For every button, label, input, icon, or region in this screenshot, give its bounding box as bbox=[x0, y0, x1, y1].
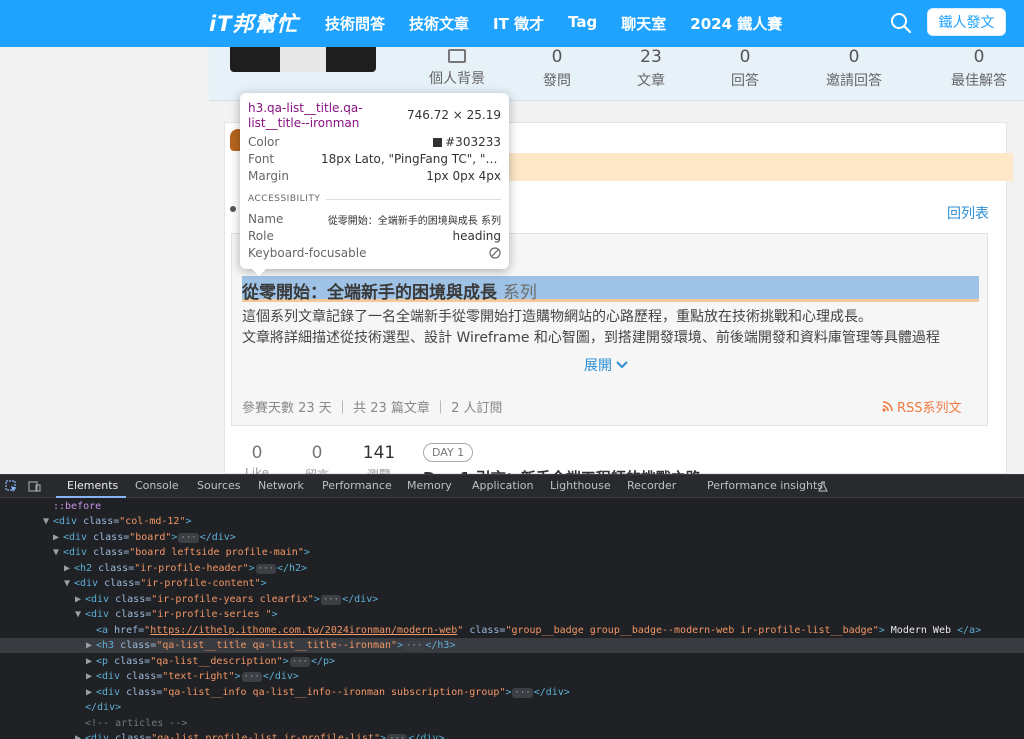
dom-node-profile-main[interactable]: ▼ <div class="board leftside profile-main… bbox=[0, 545, 1024, 560]
stat-background[interactable]: 個人背景 bbox=[407, 47, 507, 89]
tooltip-arrow bbox=[252, 269, 266, 276]
nav-link-qa[interactable]: 技術問答 bbox=[325, 13, 385, 34]
devtools-panel: Elements Console Sources Network Perform… bbox=[0, 474, 1024, 739]
dom-node-col[interactable]: ▼ <div class="col-md-12"> bbox=[0, 514, 1024, 529]
inspect-element-icon[interactable] bbox=[5, 480, 18, 493]
chevron-down-icon bbox=[616, 361, 628, 369]
flask-icon bbox=[818, 481, 828, 492]
tooltip-role-row: Role heading bbox=[248, 229, 501, 243]
tooltip-font-row: Font 18px Lato, "PingFang TC", "Helvetic… bbox=[248, 152, 501, 166]
nav-link-tag[interactable]: Tag bbox=[568, 13, 597, 34]
post-article-button[interactable]: 鐵人發文 bbox=[927, 8, 1006, 36]
dom-node-info[interactable]: ▶ <div class="qa-list__info qa-list__info… bbox=[0, 685, 1024, 700]
view-count: 141 bbox=[362, 443, 396, 463]
stat-invited[interactable]: 0 邀請回答 bbox=[804, 47, 904, 91]
like-count: 0 bbox=[251, 443, 263, 463]
day-badge: DAY 1 bbox=[423, 443, 474, 462]
tooltip-margin-row: Margin 1px 0px 4px bbox=[248, 169, 501, 183]
back-to-list-link[interactable]: 回列表 bbox=[947, 203, 989, 223]
search-icon[interactable] bbox=[890, 12, 912, 34]
rss-link[interactable]: RSS系列文 bbox=[882, 397, 962, 416]
stat-best-answers[interactable]: 0 最佳解答 bbox=[929, 47, 1024, 91]
rss-icon bbox=[882, 401, 893, 412]
device-toolbar-icon[interactable] bbox=[28, 480, 41, 493]
tooltip-keyboard-row: Keyboard-focusable bbox=[248, 245, 501, 261]
tab-network[interactable]: Network bbox=[258, 479, 304, 492]
tab-application[interactable]: Application bbox=[472, 479, 533, 492]
series-description: 這個系列文章記錄了一名全端新手從零開始打造購物網站的心路歷程，重點放在技術挑戰和… bbox=[242, 309, 940, 346]
top-navbar: iT邦幫忙 技術問答 技術文章 IT 徵才 Tag 聊天室 2024 鐵人賽 鐵… bbox=[0, 0, 1024, 47]
tab-recorder[interactable]: Recorder bbox=[627, 479, 676, 492]
tab-elements[interactable]: Elements bbox=[67, 479, 118, 492]
tab-performance[interactable]: Performance bbox=[322, 479, 392, 492]
nav-link-articles[interactable]: 技術文章 bbox=[409, 13, 469, 34]
dom-node-content[interactable]: ▼ <div class="ir-profile-content"> bbox=[0, 576, 1024, 591]
tooltip-dimensions: 746.72 × 25.19 bbox=[406, 108, 501, 122]
site-logo[interactable]: iT邦幫忙 bbox=[209, 8, 299, 38]
dom-node-series-title[interactable]: ▶ <h3 class="qa-list__title qa-list__titl… bbox=[0, 638, 1024, 653]
dom-node-text-right[interactable]: ▶ <div class="text-right"> ··· </div> bbox=[0, 669, 1024, 684]
stat-articles[interactable]: 23 文章 bbox=[601, 47, 701, 91]
dom-node-before[interactable]: ::before bbox=[0, 499, 1024, 514]
dom-node-board[interactable]: ▶ <div class="board"> ··· </div> bbox=[0, 530, 1024, 545]
dom-node-list[interactable]: ▶ <div class="qa-list profile-list ir-pro… bbox=[0, 731, 1024, 739]
tab-performance-insights[interactable]: Performance insights bbox=[707, 479, 823, 492]
dom-node-comment[interactable]: <!-- articles --> bbox=[0, 716, 1024, 731]
bullet-dot bbox=[230, 206, 236, 212]
dom-node-header[interactable]: ▶ <h2 class="ir-profile-header"> ··· </h2> bbox=[0, 561, 1024, 576]
dom-node-close-div[interactable]: </div> bbox=[0, 700, 1024, 715]
comment-count: 0 bbox=[311, 443, 323, 463]
dom-node-years[interactable]: ▶ <div class="ir-profile-years clearfix">… bbox=[0, 592, 1024, 607]
dom-node-badge-link[interactable]: <a href="https://ithelp.ithome.com.tw/20… bbox=[0, 623, 1024, 638]
tab-memory[interactable]: Memory bbox=[407, 479, 452, 492]
series-title[interactable]: 從零開始：全端新手的困境與成長 系列 bbox=[242, 278, 537, 303]
tab-console[interactable]: Console bbox=[135, 479, 179, 492]
tooltip-color-row: Color #303233 bbox=[248, 135, 501, 149]
nav-link-ironman[interactable]: 2024 鐵人賽 bbox=[690, 13, 782, 34]
active-tab-indicator bbox=[56, 496, 126, 498]
not-allowed-icon bbox=[489, 247, 501, 259]
nav-link-jobs[interactable]: IT 徵才 bbox=[493, 13, 544, 34]
inspect-tooltip: h3.qa-list__title.qa-list__title--ironma… bbox=[240, 93, 509, 276]
devtools-tab-bar: Elements Console Sources Network Perform… bbox=[0, 475, 1024, 498]
stat-questions[interactable]: 0 發問 bbox=[507, 47, 607, 91]
avatar bbox=[230, 47, 376, 72]
tooltip-accessibility-header: ACCESSIBILITY bbox=[248, 191, 501, 207]
profile-card-icon bbox=[448, 49, 466, 63]
tab-sources[interactable]: Sources bbox=[197, 479, 241, 492]
color-swatch bbox=[433, 138, 443, 147]
series-info: 參賽天數 23 天 ｜ 共 23 篇文章 ｜ 2 人訂閱 bbox=[242, 401, 503, 416]
expand-button[interactable]: 展開 bbox=[584, 355, 628, 375]
dom-node-description[interactable]: ▶ <p class="qa-list__description"> ··· </p> bbox=[0, 654, 1024, 669]
tooltip-name-row: Name 從零開始：全端新手的困境與成長 系列 bbox=[248, 212, 501, 227]
nav-link-chat[interactable]: 聊天室 bbox=[621, 13, 666, 34]
stat-answers[interactable]: 0 回答 bbox=[695, 47, 795, 91]
main-nav: 技術問答 技術文章 IT 徵才 Tag 聊天室 2024 鐵人賽 bbox=[325, 13, 806, 34]
tooltip-selector: h3.qa-list__title.qa-list__title--ironma… bbox=[248, 101, 363, 130]
tab-lighthouse[interactable]: Lighthouse bbox=[550, 479, 611, 492]
dom-node-series[interactable]: ▼ <div class="ir-profile-series "> bbox=[0, 607, 1024, 622]
